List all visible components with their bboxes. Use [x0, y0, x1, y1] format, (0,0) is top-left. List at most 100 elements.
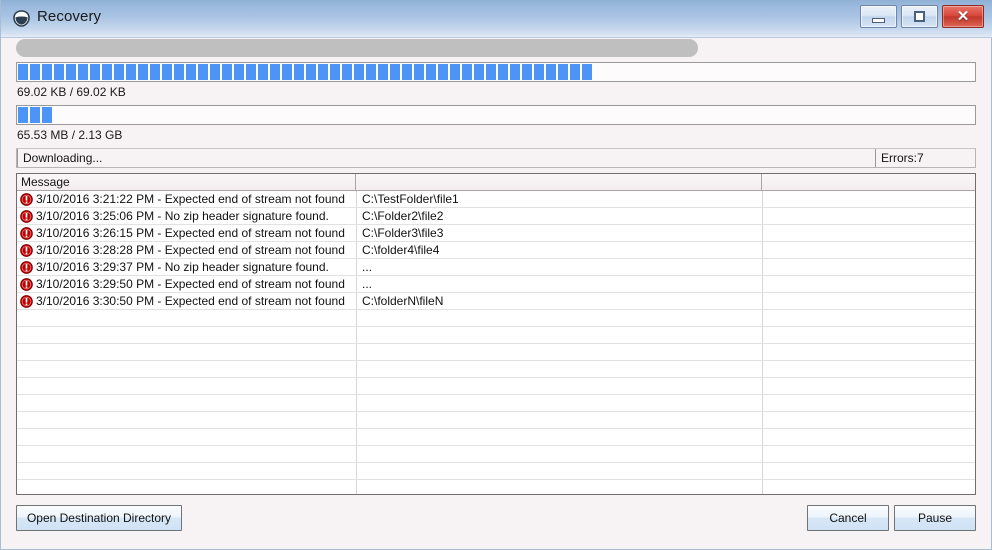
error-icon — [20, 261, 33, 274]
window-title: Recovery — [37, 8, 102, 25]
progress-segment — [546, 64, 556, 80]
file-progress-segments — [18, 64, 974, 80]
table-row-empty[interactable] — [17, 395, 975, 412]
progress-segment — [18, 64, 28, 80]
progress-segment — [18, 107, 28, 123]
row-message-text: 3/10/2016 3:28:28 PM - Expected end of s… — [36, 243, 345, 257]
marquee-progress-track — [16, 39, 976, 57]
recovery-shield-icon — [13, 10, 30, 27]
row-message-cell: 3/10/2016 3:29:37 PM - No zip header sig… — [17, 259, 356, 275]
table-row-empty[interactable] — [17, 480, 975, 494]
table-row-empty[interactable] — [17, 361, 975, 378]
status-bar: Downloading... Errors:7 — [16, 148, 976, 168]
progress-segment — [294, 64, 304, 80]
file-progress-label: 69.02 KB / 69.02 KB — [17, 85, 126, 99]
table-row[interactable]: 3/10/2016 3:21:22 PM - Expected end of s… — [17, 191, 975, 208]
progress-segment — [138, 64, 148, 80]
table-row-empty[interactable] — [17, 344, 975, 361]
progress-segment — [582, 64, 592, 80]
close-button[interactable]: ✕ — [942, 5, 984, 28]
minimize-button[interactable] — [860, 5, 897, 28]
column-header-path[interactable] — [356, 174, 762, 190]
progress-segment — [234, 64, 244, 80]
error-icon — [20, 227, 33, 240]
progress-segment — [558, 64, 568, 80]
row-message-cell: 3/10/2016 3:30:50 PM - Expected end of s… — [17, 293, 356, 309]
progress-segment — [438, 64, 448, 80]
progress-segment — [486, 64, 496, 80]
minimize-icon — [872, 17, 885, 23]
progress-segment — [342, 64, 352, 80]
total-progress-bar — [16, 105, 976, 125]
row-message-cell: 3/10/2016 3:21:22 PM - Expected end of s… — [17, 191, 356, 207]
row-path-cell: C:\Folder3\file3 — [362, 226, 444, 240]
row-message-cell: 3/10/2016 3:29:50 PM - Expected end of s… — [17, 276, 356, 292]
progress-segment — [246, 64, 256, 80]
progress-segment — [126, 64, 136, 80]
progress-segment — [450, 64, 460, 80]
progress-segment — [570, 64, 580, 80]
progress-segment — [30, 107, 40, 123]
window-controls: ✕ — [860, 5, 984, 28]
row-message-cell: 3/10/2016 3:26:15 PM - Expected end of s… — [17, 225, 356, 241]
progress-segment — [162, 64, 172, 80]
progress-segment — [498, 64, 508, 80]
table-row-empty[interactable] — [17, 429, 975, 446]
progress-segment — [114, 64, 124, 80]
progress-segment — [462, 64, 472, 80]
row-message-text: 3/10/2016 3:21:22 PM - Expected end of s… — [36, 192, 345, 206]
progress-segment — [366, 64, 376, 80]
progress-segment — [42, 64, 52, 80]
row-path-cell: ... — [362, 260, 373, 274]
error-list[interactable]: Message 3/10/2016 3:21:22 PM - Expected … — [16, 173, 976, 495]
progress-segment — [390, 64, 400, 80]
row-message-text: 3/10/2016 3:29:50 PM - Expected end of s… — [36, 277, 345, 291]
progress-segment — [186, 64, 196, 80]
open-destination-directory-button[interactable]: Open Destination Directory — [16, 505, 182, 531]
progress-segment — [78, 64, 88, 80]
progress-segment — [66, 64, 76, 80]
table-row-empty[interactable] — [17, 446, 975, 463]
progress-segment — [198, 64, 208, 80]
progress-segment — [318, 64, 328, 80]
client-area: 69.02 KB / 69.02 KB 65.53 MB / 2.13 GB D… — [1, 38, 991, 548]
table-row-empty[interactable] — [17, 378, 975, 395]
column-header-extra[interactable] — [762, 174, 975, 190]
table-row-empty[interactable] — [17, 463, 975, 480]
progress-segment — [150, 64, 160, 80]
progress-segment — [30, 64, 40, 80]
table-row[interactable]: 3/10/2016 3:25:06 PM - No zip header sig… — [17, 208, 975, 225]
file-progress-bar — [16, 62, 976, 82]
row-message-cell: 3/10/2016 3:28:28 PM - Expected end of s… — [17, 242, 356, 258]
cancel-button[interactable]: Cancel — [807, 505, 889, 531]
row-message-cell: 3/10/2016 3:25:06 PM - No zip header sig… — [17, 208, 356, 224]
table-row[interactable]: 3/10/2016 3:26:15 PM - Expected end of s… — [17, 225, 975, 242]
table-row-empty[interactable] — [17, 310, 975, 327]
marquee-progress-fill — [16, 39, 698, 57]
progress-segment — [102, 64, 112, 80]
error-icon — [20, 244, 33, 257]
row-message-text: 3/10/2016 3:26:15 PM - Expected end of s… — [36, 226, 345, 240]
table-row[interactable]: 3/10/2016 3:30:50 PM - Expected end of s… — [17, 293, 975, 310]
table-row[interactable]: 3/10/2016 3:29:50 PM - Expected end of s… — [17, 276, 975, 293]
pause-button[interactable]: Pause — [894, 505, 976, 531]
error-icon — [20, 210, 33, 223]
progress-segment — [174, 64, 184, 80]
maximize-button[interactable] — [901, 5, 938, 28]
row-path-cell: C:\folderN\fileN — [362, 294, 444, 308]
table-row[interactable]: 3/10/2016 3:28:28 PM - Expected end of s… — [17, 242, 975, 259]
progress-segment — [54, 64, 64, 80]
list-body: 3/10/2016 3:21:22 PM - Expected end of s… — [17, 191, 975, 494]
table-row-empty[interactable] — [17, 412, 975, 429]
status-errors-count: Errors:7 — [875, 149, 975, 167]
progress-segment — [222, 64, 232, 80]
column-header-message[interactable]: Message — [17, 174, 356, 190]
progress-segment — [90, 64, 100, 80]
row-path-cell: C:\folder4\file4 — [362, 243, 440, 257]
table-row[interactable]: 3/10/2016 3:29:37 PM - No zip header sig… — [17, 259, 975, 276]
maximize-icon — [914, 11, 925, 22]
error-icon — [20, 295, 33, 308]
table-row-empty[interactable] — [17, 327, 975, 344]
total-progress-label: 65.53 MB / 2.13 GB — [17, 128, 123, 142]
progress-segment — [258, 64, 268, 80]
